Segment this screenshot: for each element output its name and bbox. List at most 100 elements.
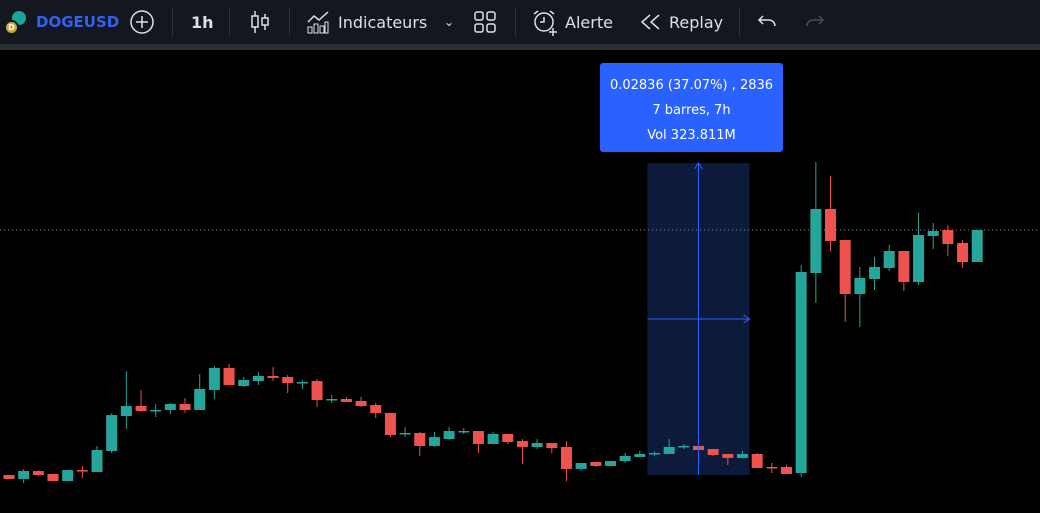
candle	[795, 264, 807, 477]
candle	[590, 462, 602, 467]
candle-body	[839, 240, 851, 295]
undo-button[interactable]	[757, 0, 777, 44]
candle-body	[854, 277, 866, 295]
candle-body	[737, 453, 748, 458]
candle-body	[751, 453, 763, 468]
candle-body	[208, 367, 220, 390]
candle-body	[898, 251, 910, 283]
candle-body	[604, 461, 616, 466]
candle	[47, 474, 59, 482]
candle	[62, 470, 74, 482]
candle	[825, 175, 837, 252]
candle	[340, 397, 352, 402]
candle	[150, 404, 162, 418]
candle-body	[472, 430, 484, 444]
redo-button[interactable]	[805, 0, 825, 44]
divider	[289, 8, 290, 36]
candle	[604, 461, 616, 466]
candle-body	[678, 445, 690, 448]
candle-body	[135, 406, 147, 411]
candle-body	[502, 433, 514, 442]
measure-change: 0.02836 (37.07%) , 2836	[609, 78, 774, 93]
candles-icon	[251, 11, 269, 33]
divider	[515, 8, 516, 36]
interval-button[interactable]: 1h	[191, 0, 214, 44]
candle	[164, 403, 176, 415]
candle	[208, 365, 220, 399]
candle	[355, 397, 367, 408]
candle-body	[91, 450, 103, 473]
candle-body	[927, 230, 939, 236]
candle	[854, 266, 866, 328]
candle-body	[76, 470, 88, 472]
candle-body	[414, 432, 426, 446]
candle	[443, 427, 455, 441]
chevron-down-icon[interactable]: ⌄	[444, 0, 454, 44]
candle	[575, 463, 587, 472]
candle-body	[150, 409, 162, 412]
candle	[106, 412, 118, 453]
candle-body	[384, 412, 396, 435]
alarm-clock-plus-icon	[533, 10, 557, 36]
measure-volume: Vol 323.811M	[647, 128, 736, 143]
candle	[282, 375, 294, 394]
candle	[458, 428, 470, 434]
candle-body	[531, 442, 543, 447]
candle-body	[370, 405, 382, 413]
candle-body	[942, 230, 954, 244]
candle	[32, 470, 44, 476]
replay-button[interactable]: Replay	[640, 0, 723, 44]
candle-body	[340, 398, 352, 402]
candle	[179, 397, 191, 413]
divider	[739, 8, 740, 36]
candle	[502, 433, 514, 444]
candle-body	[458, 430, 470, 433]
candle-body	[355, 400, 367, 407]
candle	[516, 439, 528, 464]
layouts-button[interactable]	[474, 0, 496, 44]
candle	[751, 452, 763, 468]
chart-type-button[interactable]	[249, 0, 271, 44]
candle-body	[399, 432, 411, 435]
candle	[560, 441, 572, 482]
candle	[531, 439, 543, 450]
dogecoin-logo-icon: D	[4, 8, 30, 36]
candle-body	[971, 230, 983, 263]
candle	[370, 403, 382, 419]
candle-body	[296, 382, 308, 384]
candle-body	[179, 404, 191, 410]
candle	[18, 468, 30, 484]
candle	[957, 240, 969, 268]
divider	[172, 8, 173, 36]
candle-body	[252, 375, 264, 382]
candle-body	[825, 208, 837, 242]
candle-body	[663, 446, 675, 454]
candle	[487, 431, 499, 444]
candle-body	[32, 471, 44, 475]
candle	[707, 449, 719, 456]
compare-add-symbol-button[interactable]	[129, 0, 155, 44]
candle	[634, 451, 646, 457]
measure-bars: 7 barres, 7h	[652, 103, 731, 118]
candle	[883, 244, 895, 272]
candle-body	[282, 376, 294, 384]
candle-body	[47, 474, 59, 482]
candle	[326, 395, 338, 404]
symbol-button[interactable]: D DOGEUSD	[4, 0, 119, 44]
candle-body	[575, 463, 587, 469]
candle	[238, 376, 250, 387]
indicators-button[interactable]: Indicateurs	[306, 0, 427, 44]
candle-body	[443, 430, 455, 440]
candle-body	[634, 453, 646, 457]
rewind-icon	[640, 14, 660, 30]
candle	[927, 222, 939, 250]
candle	[311, 378, 323, 408]
candlestick-chart[interactable]	[0, 50, 1040, 513]
candle	[546, 442, 558, 453]
candle-body	[18, 471, 30, 479]
candle	[810, 162, 822, 304]
candle-body	[722, 453, 734, 458]
candle-body	[106, 415, 118, 452]
candle-body	[516, 441, 528, 447]
alert-button[interactable]: Alerte	[531, 0, 613, 44]
